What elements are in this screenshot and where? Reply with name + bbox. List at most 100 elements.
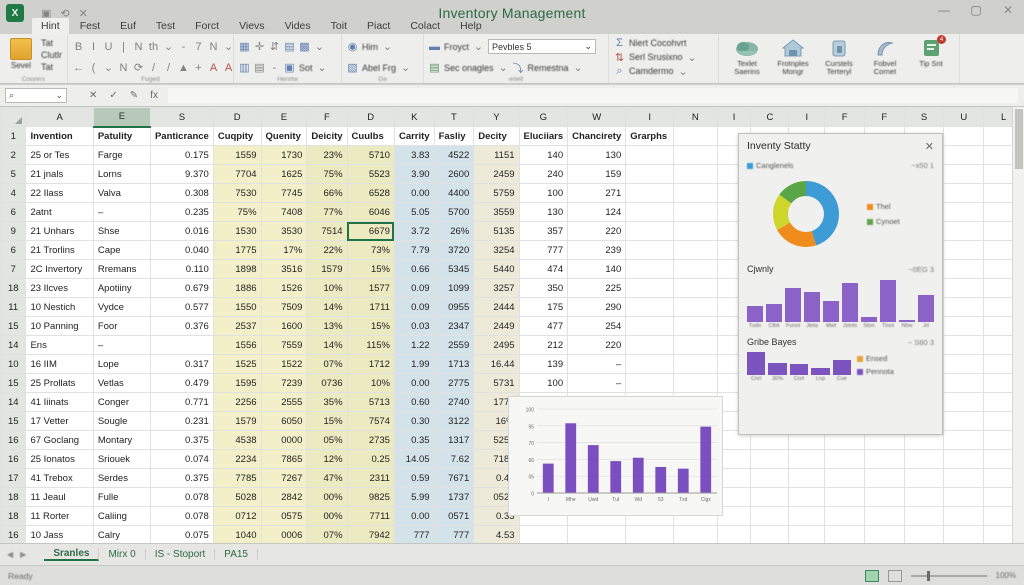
grid-cell[interactable]: 1775 — [212, 240, 262, 260]
row-header[interactable]: 5 — [0, 164, 27, 184]
grid-cell[interactable]: 0.679 — [149, 278, 214, 298]
grid-cell[interactable]: 15% — [346, 259, 395, 279]
grid-cell[interactable] — [863, 468, 905, 488]
grid-cell[interactable] — [625, 164, 675, 184]
gallery-item-fobvel[interactable]: Fobvel Cornet — [862, 37, 908, 83]
grid-cell[interactable]: 0.00 — [393, 373, 435, 393]
grid-cell[interactable]: 2234 — [212, 449, 262, 469]
row-header[interactable]: 16 — [0, 449, 27, 469]
grid-cell[interactable]: Valva — [92, 183, 151, 203]
grid-cell[interactable] — [943, 297, 985, 317]
grid-cell[interactable] — [903, 449, 945, 469]
grid-cell[interactable]: Foor — [92, 316, 151, 336]
grid-cell[interactable]: 1559 — [212, 145, 262, 165]
chevron-icon[interactable]: ⌄ — [103, 61, 114, 74]
gallery-item-tip[interactable]: 4 Tip Snt — [908, 35, 954, 83]
row-header[interactable]: 14 — [0, 392, 27, 412]
grid-cell[interactable]: 75% — [212, 202, 262, 222]
column-header-w-11[interactable]: W — [567, 107, 627, 127]
grid-cell[interactable]: 16 IIM — [25, 354, 94, 374]
grid-cell[interactable]: 0006 — [260, 525, 308, 543]
grid-cell[interactable]: 2459 — [473, 164, 520, 184]
grid-cell[interactable]: 0.375 — [149, 468, 214, 488]
find-select-icon[interactable]: ⌕ — [614, 65, 625, 78]
column-header-s-2[interactable]: S — [149, 107, 214, 127]
grid-cell[interactable] — [673, 278, 718, 298]
row-header[interactable]: 11 — [0, 297, 27, 317]
chevron-down-icon-4[interactable]: ⌄ — [317, 61, 328, 74]
grid-cell[interactable]: 1579 — [212, 411, 262, 431]
task-pane-card-gribe[interactable]: Gribe Bayes ~ S60 3 Cnrt 30% Cnrt Lnp Cue En… — [747, 335, 934, 382]
cells-delete-label[interactable]: Sec onagles — [444, 63, 494, 73]
chevron-down-icon-2[interactable]: ⌄ — [223, 40, 234, 53]
grid-cell[interactable] — [863, 506, 905, 526]
grid-cell[interactable]: 0.66 — [393, 259, 435, 279]
grid-cell[interactable]: 4538 — [212, 430, 262, 450]
grid-cell[interactable]: 5710 — [346, 145, 395, 165]
fill-icon[interactable]: ▩ — [299, 40, 310, 53]
grid-cell[interactable]: 130 — [567, 145, 627, 165]
grid-cell[interactable] — [673, 183, 718, 203]
grid-cell[interactable]: 0.09 — [393, 278, 435, 298]
grid-cell[interactable]: 00% — [306, 487, 348, 507]
bold-icon[interactable]: B — [73, 41, 84, 53]
grid-cell[interactable]: Farge — [92, 145, 151, 165]
row-header[interactable]: 15 — [0, 373, 27, 393]
grid-cell[interactable] — [673, 373, 718, 393]
grid-cell[interactable]: 21 jnals — [25, 164, 94, 184]
grid-cell[interactable] — [625, 183, 675, 203]
column-header-i-14[interactable]: I — [716, 107, 752, 127]
grid-cell[interactable]: 1737 — [433, 487, 475, 507]
grid-cell[interactable]: 6046 — [346, 202, 395, 222]
rotate-icon[interactable]: ⟳ — [133, 61, 144, 74]
grid-cell[interactable]: 0955 — [433, 297, 475, 317]
first-sheet-icon[interactable]: ◀ — [7, 550, 13, 559]
grid-cell[interactable]: 0.175 — [149, 145, 214, 165]
font-color-icon[interactable]: A — [208, 62, 219, 74]
grid-cell[interactable] — [518, 525, 569, 543]
grid-cell[interactable]: 15% — [346, 316, 395, 336]
grid-cell[interactable]: – — [92, 202, 151, 222]
grid-cell[interactable]: 67 Goclang — [25, 430, 94, 450]
zoom-slider-knob[interactable] — [926, 570, 930, 581]
grid-cell[interactable] — [788, 468, 826, 488]
window-controls[interactable]: — ▢ ✕ — [934, 3, 1018, 17]
grid-cell[interactable]: 474 — [518, 259, 569, 279]
grid-cell[interactable]: 1526 — [260, 278, 308, 298]
confirm-icon[interactable]: ✓ — [109, 90, 117, 101]
row-header[interactable]: 15 — [0, 316, 27, 336]
gallery-item-frotnples[interactable]: Frotnples Mongr — [770, 37, 816, 83]
grid-cell[interactable]: 0.016 — [149, 221, 214, 241]
grid-cell[interactable]: 7267 — [260, 468, 308, 488]
grid-cell[interactable]: 3516 — [260, 259, 308, 279]
grid-icon[interactable]: ▦ — [239, 40, 250, 53]
editing-item-2[interactable]: Serl Srusixno — [629, 52, 683, 62]
grid-cell[interactable]: 3.90 — [393, 164, 435, 184]
underline-icon[interactable]: U — [103, 41, 114, 53]
grid-cell[interactable]: 7745 — [260, 183, 308, 203]
row-header[interactable]: 6 — [0, 202, 27, 222]
grid-cell[interactable]: 115% — [346, 335, 395, 355]
grid-cell[interactable] — [673, 145, 718, 165]
grid-cell[interactable]: 9825 — [346, 487, 395, 507]
style-combo[interactable]: Pevbles 5 ⌄ — [488, 39, 597, 54]
grid-cell[interactable]: 7704 — [212, 164, 262, 184]
grid-cell[interactable]: 357 — [518, 221, 569, 241]
status-right[interactable]: 100% — [864, 569, 1016, 582]
grid-cell[interactable]: 6679 — [346, 221, 395, 241]
grid-cell[interactable]: 1711 — [346, 297, 395, 317]
grid-cell[interactable]: 1530 — [212, 221, 262, 241]
cancel-icon[interactable]: ✕ — [89, 90, 97, 101]
grid-cell[interactable]: 3122 — [433, 411, 475, 431]
row-header[interactable]: 16 — [0, 430, 27, 450]
ribbon-tab-forct[interactable]: Forct — [186, 18, 228, 35]
grid-cell[interactable]: 350 — [518, 278, 569, 298]
grid-cell[interactable]: 1.99 — [393, 354, 435, 374]
chevron-down-icon[interactable]: ⌄ — [163, 40, 174, 53]
grid-cell[interactable]: Rremans — [92, 259, 151, 279]
sort-filter-icon[interactable]: ⇅ — [614, 51, 625, 64]
column-label-cell[interactable]: Carrity — [393, 126, 435, 146]
row-header[interactable]: 4 — [0, 183, 27, 203]
task-pane[interactable]: Inventy Statty ✕ Canglenels ~x50 1 Thel … — [738, 133, 943, 435]
grid-cell[interactable] — [863, 525, 905, 543]
